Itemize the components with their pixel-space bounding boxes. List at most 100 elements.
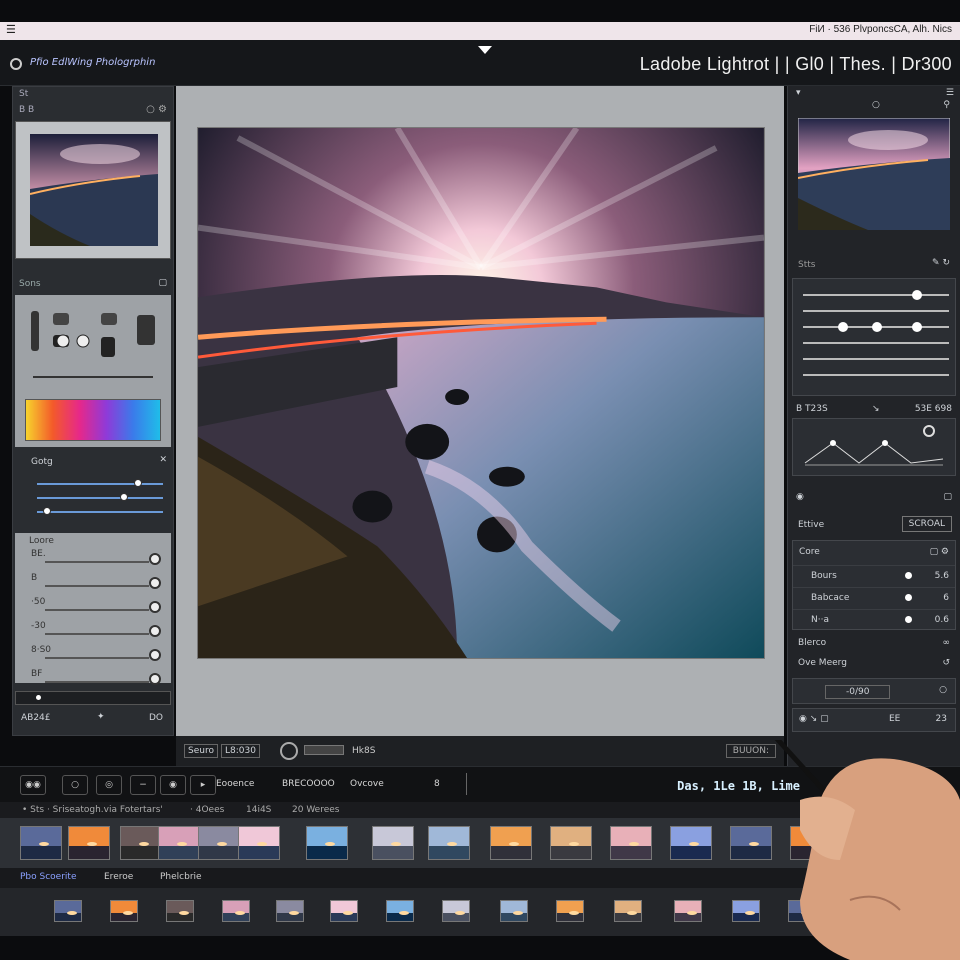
adjust-row[interactable]: B bbox=[15, 571, 171, 595]
slider-stack[interactable] bbox=[793, 279, 956, 395]
adjust-row-track[interactable] bbox=[45, 585, 149, 587]
nav-subheader: B B ○ ⚙ bbox=[13, 103, 173, 119]
target-icon[interactable]: ◎ bbox=[96, 775, 122, 795]
dropdown-caret-icon[interactable] bbox=[478, 46, 492, 54]
thumbnail[interactable] bbox=[610, 826, 652, 860]
slider-3[interactable] bbox=[37, 507, 163, 517]
close-icon[interactable]: ✕ bbox=[159, 455, 167, 465]
nav-tool-icons[interactable]: ○ ⚙ bbox=[146, 104, 167, 115]
tool-icons[interactable]: ◉ ↘ ▢ bbox=[799, 714, 829, 724]
thumbnail[interactable] bbox=[166, 900, 194, 922]
thumbnail[interactable] bbox=[386, 900, 414, 922]
core-row-knob[interactable] bbox=[905, 594, 912, 601]
tone-curve-controls[interactable] bbox=[23, 301, 163, 391]
circle-icon[interactable]: ○ bbox=[62, 775, 88, 795]
thumbnail[interactable] bbox=[442, 900, 470, 922]
thumbnail[interactable] bbox=[68, 826, 110, 860]
adjust-row[interactable]: -30 bbox=[15, 619, 171, 643]
thumbnail[interactable] bbox=[670, 826, 712, 860]
adjust-row[interactable]: BE. bbox=[15, 547, 171, 571]
thumbnail[interactable] bbox=[674, 900, 702, 922]
toggle-switch[interactable] bbox=[304, 745, 344, 755]
adjust-row-track[interactable] bbox=[45, 609, 149, 611]
thumbnail[interactable] bbox=[238, 826, 280, 860]
thumbnail[interactable] bbox=[372, 826, 414, 860]
edit-icon[interactable]: ✎ ↻ bbox=[932, 258, 950, 268]
filmstrip-filter[interactable]: 20 Werees bbox=[292, 805, 340, 815]
tab-1[interactable]: Eooence bbox=[216, 779, 254, 789]
tool-icon[interactable]: ✦ bbox=[97, 712, 105, 722]
view-icon[interactable]: ◉ bbox=[160, 775, 186, 795]
tab-2[interactable]: BRECOOOO bbox=[282, 779, 335, 789]
pin-icon[interactable]: ○ bbox=[939, 685, 947, 695]
square-icon[interactable]: ▢ bbox=[943, 492, 952, 502]
panel-zoom-icon[interactable]: ⚲ bbox=[943, 100, 950, 110]
loop-icon[interactable]: ◉◉ bbox=[20, 775, 46, 795]
thumbnail[interactable] bbox=[54, 900, 82, 922]
link-icon[interactable]: ∞ bbox=[943, 638, 951, 648]
bottom-value: DO bbox=[148, 713, 163, 723]
histogram-preview[interactable] bbox=[798, 118, 950, 230]
collection-sub-2: Phelcbrie bbox=[160, 872, 202, 882]
adjust-row-knob[interactable] bbox=[149, 553, 161, 565]
thumbnail[interactable] bbox=[428, 826, 470, 860]
thumbnail[interactable] bbox=[500, 900, 528, 922]
thumbnail[interactable] bbox=[222, 900, 250, 922]
effective-button[interactable]: SCROAL bbox=[901, 516, 952, 532]
panel-icons-left[interactable]: ▾ bbox=[796, 88, 801, 98]
thumbnail[interactable] bbox=[556, 900, 584, 922]
info-icon[interactable]: ◉ bbox=[796, 492, 804, 502]
core-icons[interactable]: ▢ ⚙ bbox=[930, 547, 949, 557]
core-row[interactable]: Babcace 6 bbox=[793, 587, 955, 609]
thumbnail[interactable] bbox=[550, 826, 592, 860]
thumbnail[interactable] bbox=[306, 826, 348, 860]
adjust-row[interactable]: BF bbox=[15, 667, 171, 691]
tab-3[interactable]: Ovcove bbox=[350, 779, 384, 789]
flag-icon[interactable]: ▸ bbox=[190, 775, 216, 795]
slider-2[interactable] bbox=[37, 493, 163, 503]
value-field[interactable]: -0/90 bbox=[825, 685, 891, 699]
thumbnail[interactable] bbox=[110, 900, 138, 922]
thumbnail[interactable] bbox=[120, 826, 162, 860]
core-row-knob[interactable] bbox=[905, 572, 912, 579]
record-icon[interactable] bbox=[280, 742, 298, 760]
main-photo[interactable] bbox=[197, 127, 765, 659]
thumbnail[interactable] bbox=[330, 900, 358, 922]
adjust-row-knob[interactable] bbox=[149, 577, 161, 589]
core-row[interactable]: N··a 0.6 bbox=[793, 609, 955, 631]
adjust-row-knob[interactable] bbox=[149, 649, 161, 661]
tone-curve[interactable] bbox=[793, 419, 956, 475]
color-spectrum[interactable] bbox=[25, 399, 161, 441]
mini-slider[interactable] bbox=[15, 691, 171, 705]
panel-menu-icon[interactable]: ☰ bbox=[946, 88, 954, 98]
adjust-row-track[interactable] bbox=[45, 657, 149, 659]
ee-label: EE bbox=[889, 714, 901, 724]
pen-icon[interactable]: − bbox=[130, 775, 156, 795]
core-row-knob[interactable] bbox=[905, 616, 912, 623]
reset-icon[interactable]: ↺ bbox=[942, 658, 950, 668]
adjust-row-track[interactable] bbox=[45, 633, 149, 635]
thumbnail[interactable] bbox=[490, 826, 532, 860]
thumbnail[interactable] bbox=[732, 900, 760, 922]
adjust-row-knob[interactable] bbox=[149, 601, 161, 613]
tone-collapse-icon[interactable]: ▢ bbox=[158, 278, 167, 288]
thumbnail[interactable] bbox=[614, 900, 642, 922]
zoom-button[interactable]: L8:030 bbox=[221, 744, 260, 758]
adjust-row[interactable]: ·50 bbox=[15, 595, 171, 619]
view-button[interactable]: Seuro bbox=[184, 744, 218, 758]
adjust-row[interactable]: 8·S0 bbox=[15, 643, 171, 667]
thumbnail[interactable] bbox=[20, 826, 62, 860]
thumbnail[interactable] bbox=[198, 826, 240, 860]
slider-1[interactable] bbox=[37, 479, 163, 489]
menu-icon[interactable]: ☰ bbox=[6, 23, 16, 36]
thumbnail[interactable] bbox=[276, 900, 304, 922]
thumbnail[interactable] bbox=[158, 826, 200, 860]
adjust-row-knob[interactable] bbox=[149, 673, 161, 685]
adjust-row-track[interactable] bbox=[45, 561, 149, 563]
core-row[interactable]: Bours 5.6 bbox=[793, 565, 955, 587]
adjust-row-track[interactable] bbox=[45, 681, 149, 683]
navigator-preview[interactable] bbox=[30, 134, 158, 246]
adjust-row-label: BF bbox=[31, 669, 43, 679]
adjust-row-knob[interactable] bbox=[149, 625, 161, 637]
panel-dot-icon[interactable]: ○ bbox=[872, 100, 880, 110]
